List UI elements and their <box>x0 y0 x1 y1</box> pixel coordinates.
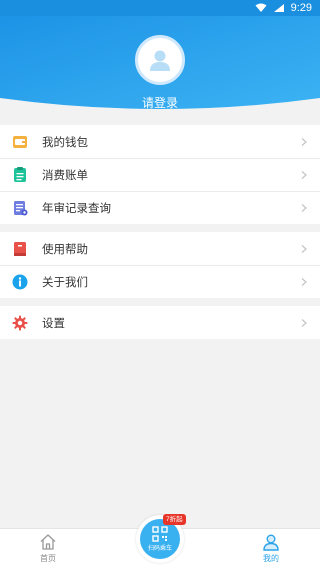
status-time: 9:29 <box>290 2 312 14</box>
menu-group-help: 使用帮助 关于我们 <box>0 232 320 298</box>
avatar[interactable] <box>135 35 185 85</box>
info-icon <box>12 274 28 290</box>
user-icon <box>263 534 279 551</box>
home-icon <box>40 534 56 550</box>
scan-ride-label: 扫码乘车 <box>147 546 172 552</box>
chevron-right-icon <box>301 244 307 253</box>
menu-item-label: 我的钱包 <box>42 136 88 149</box>
menu-item-label: 设置 <box>42 317 65 330</box>
qr-code-icon <box>152 526 168 542</box>
menu-item-label: 使用帮助 <box>42 243 88 256</box>
menu-item-bill[interactable]: 消费账单 <box>0 158 320 191</box>
wifi-icon <box>255 3 267 12</box>
chevron-right-icon <box>301 137 307 146</box>
chevron-right-icon <box>301 277 307 286</box>
menu-item-wallet[interactable]: 我的钱包 <box>0 125 320 158</box>
tab-home-label: 首页 <box>40 554 56 563</box>
menu-item-label: 消费账单 <box>42 169 88 182</box>
menu-item-settings[interactable]: 设置 <box>0 306 320 339</box>
record-icon <box>12 200 28 216</box>
wallet-icon <box>12 134 28 150</box>
chevron-right-icon <box>301 170 307 179</box>
menu-item-annual-review[interactable]: 年审记录查询 <box>0 191 320 224</box>
menu-item-about[interactable]: 关于我们 <box>0 265 320 298</box>
discount-badge: 7折起 <box>163 514 186 525</box>
menu-group-account: 我的钱包 消费账单 年审记录查询 <box>0 125 320 224</box>
gear-icon <box>12 315 28 331</box>
chevron-right-icon <box>301 318 307 327</box>
login-link[interactable]: 请登录 <box>0 94 320 111</box>
menu-item-help[interactable]: 使用帮助 <box>0 232 320 265</box>
profile-header: 请登录 <box>0 16 320 120</box>
menu-item-label: 关于我们 <box>42 276 88 289</box>
help-book-icon <box>12 241 28 257</box>
chevron-right-icon <box>301 203 307 212</box>
tab-me[interactable]: 我的 <box>241 533 301 564</box>
menu-item-label: 年审记录查询 <box>42 202 111 215</box>
menu-group-settings: 设置 <box>0 306 320 339</box>
tab-home[interactable]: 首页 <box>18 533 78 564</box>
bill-icon <box>12 166 28 183</box>
signal-icon <box>273 4 284 12</box>
status-bar: 9:29 <box>0 0 320 16</box>
user-avatar-icon <box>150 50 170 71</box>
tab-me-label: 我的 <box>263 554 279 563</box>
